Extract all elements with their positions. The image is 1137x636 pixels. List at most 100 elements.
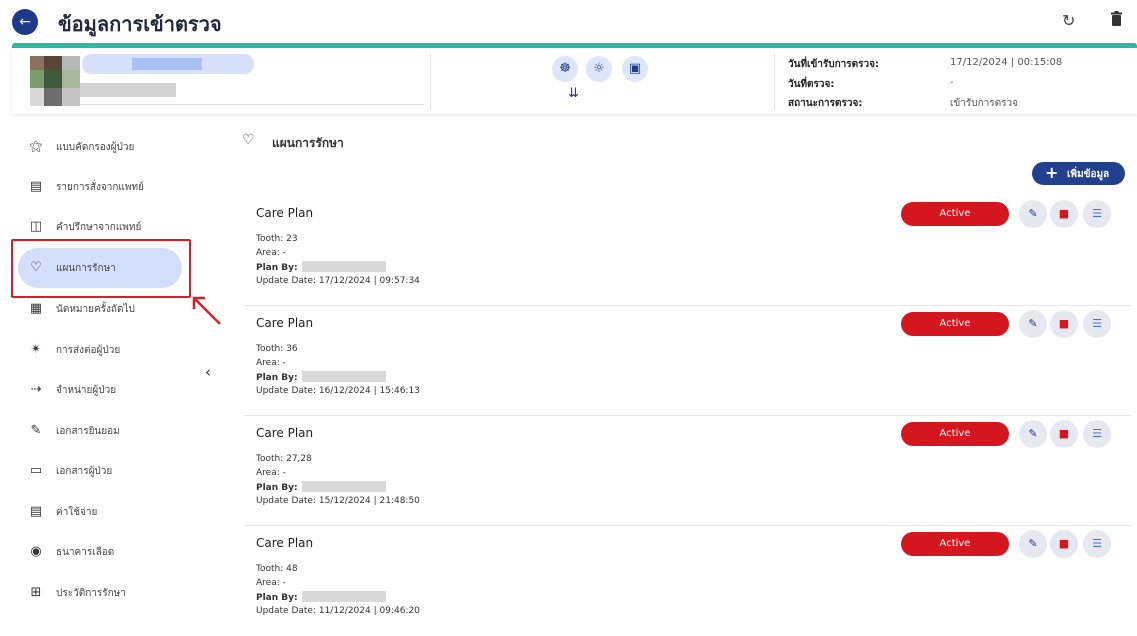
plan-title: Care Plan [256, 206, 314, 220]
details-button[interactable]: ☰ [1083, 420, 1111, 448]
patient-id-redacted [80, 83, 176, 97]
pencil-icon: ✎ [1028, 207, 1038, 220]
expand-button[interactable]: ⇊ [568, 86, 579, 101]
plan-tooth: Tooth: 27,28 [256, 454, 312, 464]
edit-button[interactable]: ✎ [1019, 200, 1047, 228]
checkin-date-value: 17/12/2024 | 00:15:08 [950, 57, 1063, 68]
blood-drop-icon: ◉ [30, 544, 42, 559]
patient-name-redacted [82, 54, 254, 74]
person-walk-icon: ✴ [30, 342, 42, 357]
sidebar-item-blood-bank[interactable]: ◉ ธนาคารเลือด [18, 532, 182, 572]
hand-heart-icon: ♡ [242, 132, 255, 148]
signature-icon: ✎ [30, 423, 42, 438]
plan-title: Care Plan [256, 426, 314, 440]
person-search-icon: ⚝ [29, 139, 43, 154]
plan-card: Care Plan Tooth: 27,28 Area: - Plan By: … [244, 416, 1131, 526]
trash-icon: ■ [1058, 207, 1070, 220]
status-badge[interactable]: Active [901, 312, 1009, 336]
folder-icon: ▭ [29, 463, 43, 478]
back-button[interactable]: ← [12, 9, 38, 35]
save-button[interactable]: ▣ [622, 56, 648, 82]
tooth-icon: ☸ [559, 61, 571, 76]
plan-tooth: Tooth: 48 [256, 564, 298, 574]
plan-card: Care Plan Tooth: 23 Area: - Plan By: Upd… [244, 196, 1131, 306]
pencil-icon: ✎ [1028, 317, 1038, 330]
section-title: แผนการรักษา [272, 136, 344, 150]
list-box-icon: ▤ [29, 179, 43, 194]
plan-area: Area: - [256, 468, 286, 478]
trash-icon: ■ [1058, 317, 1070, 330]
list-icon: ☰ [1092, 207, 1102, 220]
tooth-chart-button[interactable]: ☸ [552, 56, 578, 82]
list-icon: ☰ [1092, 427, 1102, 440]
highlight-box [11, 239, 191, 298]
receipt-icon: ▤ [29, 504, 43, 519]
avatar [30, 56, 80, 106]
pencil-icon: ✎ [1028, 427, 1038, 440]
sidebar-item-doctor-orders[interactable]: ▤ รายการสั่งจากแพทย์ [18, 167, 182, 207]
plan-update-date: Update Date: 11/12/2024 | 09:46:20 [256, 606, 420, 616]
list-icon: ☰ [1092, 537, 1102, 550]
sidebar-item-expenses[interactable]: ▤ ค่าใช้จ่าย [18, 492, 182, 532]
add-data-button[interactable]: + เพิ่มข้อมูล [1032, 162, 1125, 185]
details-button[interactable]: ☰ [1083, 310, 1111, 338]
plan-update-date: Update Date: 15/12/2024 | 21:48:50 [256, 496, 420, 506]
refresh-icon: ↻ [1062, 11, 1076, 30]
medical-bag-icon: ⊞ [30, 585, 42, 600]
save-icon: ▣ [628, 61, 642, 76]
plan-by: Plan By: [256, 591, 386, 603]
plan-card: Care Plan Tooth: 48 Area: - Plan By: Upd… [244, 526, 1131, 636]
delete-plan-button[interactable]: ■ [1050, 420, 1078, 448]
exam-status-value: เข้ารับการตรวจ [950, 98, 1018, 109]
status-badge[interactable]: Active [901, 202, 1009, 226]
delete-plan-button[interactable]: ■ [1050, 530, 1078, 558]
plan-by: Plan By: [256, 481, 386, 493]
plan-by: Plan By: [256, 371, 386, 383]
double-chevron-down-icon: ⇊ [568, 86, 579, 101]
delete-plan-button[interactable]: ■ [1050, 310, 1078, 338]
refresh-button[interactable]: ↻ [1062, 11, 1075, 30]
plan-tooth: Tooth: 23 [256, 234, 298, 244]
sidebar-item-screening[interactable]: ⚝ แบบคัดกรองผู้ป่วย [18, 127, 182, 167]
trash-icon [1111, 11, 1122, 26]
delete-plan-button[interactable]: ■ [1050, 200, 1078, 228]
patient-header-card: ☸ ☼ ▣ ⇊ วันที่เข้ารับการตรวจ: 17/12/2024… [12, 48, 1137, 114]
annotation-arrow-icon [192, 296, 221, 325]
chevron-left-icon: ‹ [205, 363, 211, 381]
collapse-sidebar-button[interactable]: ‹ [205, 363, 211, 381]
calendar-arrow-icon: ▦ [29, 301, 43, 316]
light-button[interactable]: ☼ [586, 56, 612, 82]
sidebar-item-patient-docs[interactable]: ▭ เอกสารผู้ป่วย [18, 451, 182, 491]
plan-by: Plan By: [256, 261, 386, 273]
sidebar-item-consent[interactable]: ✎ เอกสารยินยอม [18, 411, 182, 451]
status-badge[interactable]: Active [901, 422, 1009, 446]
plan-card: Care Plan Tooth: 36 Area: - Plan By: Upd… [244, 306, 1131, 416]
arrow-left-icon: ← [19, 14, 31, 30]
plan-tooth: Tooth: 36 [256, 344, 298, 354]
sidebar-item-discharge[interactable]: ⇢ จำหน่ายผู้ป่วย [18, 370, 182, 410]
details-button[interactable]: ☰ [1083, 530, 1111, 558]
edit-button[interactable]: ✎ [1019, 420, 1047, 448]
exam-status-label: สถานะการตรวจ: [788, 98, 863, 109]
plan-title: Care Plan [256, 316, 314, 330]
sun-icon: ☼ [593, 61, 605, 76]
exam-date-value: - [950, 77, 954, 88]
delete-button[interactable] [1110, 11, 1123, 30]
plan-update-date: Update Date: 17/12/2024 | 09:57:34 [256, 276, 420, 286]
plan-area: Area: - [256, 358, 286, 368]
list-icon: ☰ [1092, 317, 1102, 330]
exam-date-label: วันที่ตรวจ: [788, 79, 835, 90]
pencil-icon: ✎ [1028, 537, 1038, 550]
checkin-date-label: วันที่เข้ารับการตรวจ: [788, 59, 880, 70]
edit-button[interactable]: ✎ [1019, 310, 1047, 338]
plan-update-date: Update Date: 16/12/2024 | 15:46:13 [256, 386, 420, 396]
sidebar-item-history[interactable]: ⊞ ประวัติการรักษา [18, 573, 182, 613]
top-bar: ← ข้อมูลการเข้าตรวจ ↻ [0, 0, 1137, 44]
plus-icon: + [1045, 163, 1059, 182]
details-button[interactable]: ☰ [1083, 200, 1111, 228]
edit-button[interactable]: ✎ [1019, 530, 1047, 558]
plan-area: Area: - [256, 248, 286, 258]
trash-icon: ■ [1058, 427, 1070, 440]
sidebar-item-referral[interactable]: ✴ การส่งต่อผู้ป่วย [18, 330, 182, 370]
status-badge[interactable]: Active [901, 532, 1009, 556]
